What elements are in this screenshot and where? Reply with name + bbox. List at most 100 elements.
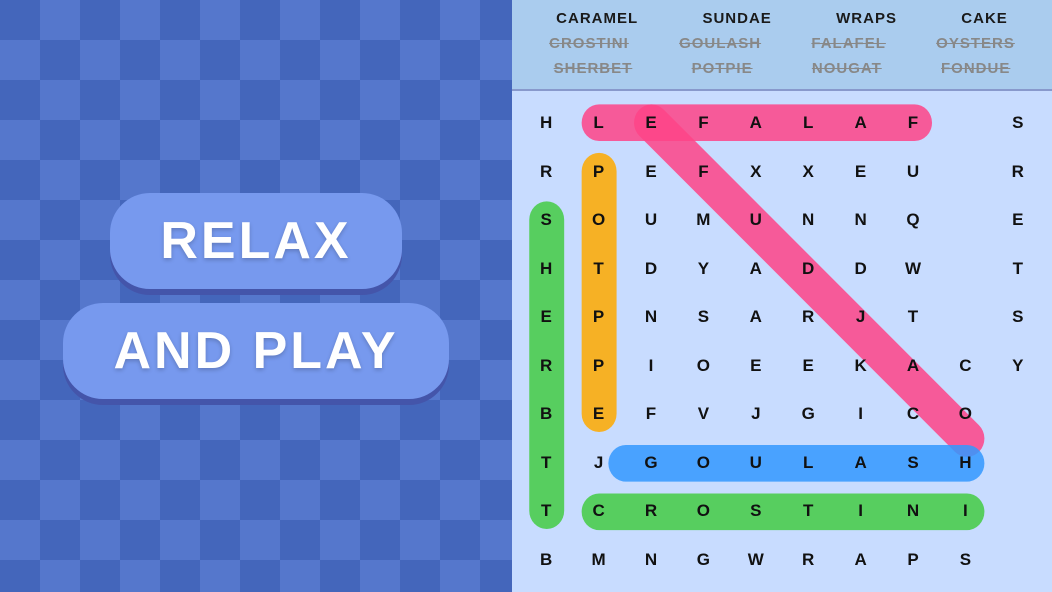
grid-cell-62: F bbox=[625, 390, 677, 439]
grid-cell-69 bbox=[992, 390, 1044, 439]
grid-cell-39: T bbox=[992, 245, 1044, 294]
grid-cell-52: I bbox=[625, 342, 677, 391]
grid-cell-12: E bbox=[625, 148, 677, 197]
grid-cell-20: S bbox=[520, 196, 572, 245]
grid-cell-75: L bbox=[782, 439, 834, 488]
relax-button: RELAX bbox=[110, 193, 401, 289]
left-panel: RELAX AND PLAY bbox=[0, 0, 512, 592]
grid-cell-89 bbox=[992, 487, 1044, 536]
word-row-1: CARAMEL SUNDAE WRAPS CAKE bbox=[524, 6, 1040, 31]
grid-cell-97: P bbox=[887, 536, 939, 585]
grid-cell-45: R bbox=[782, 293, 834, 342]
word-sundae: SUNDAE bbox=[696, 8, 777, 29]
grid-cell-49: S bbox=[992, 293, 1044, 342]
grid-cell-78: H bbox=[939, 439, 991, 488]
grid-cell-37: W bbox=[887, 245, 939, 294]
grid-cell-22: U bbox=[625, 196, 677, 245]
grid-cell-56: K bbox=[834, 342, 886, 391]
grid-cell-5: L bbox=[782, 99, 834, 148]
word-falafel: FALAFEL bbox=[805, 33, 892, 54]
word-row-2: CROSTINI GOULASH FALAFEL OYSTERS bbox=[524, 31, 1040, 56]
grid-cell-25: N bbox=[782, 196, 834, 245]
grid-cell-43: S bbox=[677, 293, 729, 342]
word-cake: CAKE bbox=[955, 8, 1014, 29]
grid-cell-67: C bbox=[887, 390, 939, 439]
grid-cell-53: O bbox=[677, 342, 729, 391]
grid-cell-1: L bbox=[572, 99, 624, 148]
grid-cell-72: G bbox=[625, 439, 677, 488]
grid-cell-11: P bbox=[572, 148, 624, 197]
grid-cell-94: W bbox=[730, 536, 782, 585]
grid-cell-38 bbox=[939, 245, 991, 294]
grid-cell-19: R bbox=[992, 148, 1044, 197]
grid-cell-29: E bbox=[992, 196, 1044, 245]
grid-area: HLEFALAFSRPEFXXEURSOUMUNNQEHTDYADDWTEPNS… bbox=[512, 91, 1052, 592]
grid-cell-33: Y bbox=[677, 245, 729, 294]
grid-cell-34: A bbox=[730, 245, 782, 294]
grid-cell-40: E bbox=[520, 293, 572, 342]
word-caramel: CARAMEL bbox=[550, 8, 644, 29]
word-goulash: GOULASH bbox=[673, 33, 767, 54]
grid-cell-51: P bbox=[572, 342, 624, 391]
grid-cell-16: E bbox=[834, 148, 886, 197]
grid-cell-57: A bbox=[887, 342, 939, 391]
grid-cell-27: Q bbox=[887, 196, 939, 245]
grid-cell-14: X bbox=[730, 148, 782, 197]
grid-cell-31: T bbox=[572, 245, 624, 294]
grid-cell-81: C bbox=[572, 487, 624, 536]
grid-cell-82: R bbox=[625, 487, 677, 536]
grid-cell-96: A bbox=[834, 536, 886, 585]
grid-cell-79 bbox=[992, 439, 1044, 488]
grid-cell-35: D bbox=[782, 245, 834, 294]
grid-cell-76: A bbox=[834, 439, 886, 488]
grid-cell-9: S bbox=[992, 99, 1044, 148]
grid-cell-2: E bbox=[625, 99, 677, 148]
grid-cell-95: R bbox=[782, 536, 834, 585]
grid-cell-3: F bbox=[677, 99, 729, 148]
grid-cell-90: B bbox=[520, 536, 572, 585]
grid-cell-93: G bbox=[677, 536, 729, 585]
grid-cell-74: U bbox=[730, 439, 782, 488]
grid-cell-86: I bbox=[834, 487, 886, 536]
grid-cell-65: G bbox=[782, 390, 834, 439]
grid-cell-60: B bbox=[520, 390, 572, 439]
grid-cell-8 bbox=[939, 99, 991, 148]
grid-cell-66: I bbox=[834, 390, 886, 439]
grid-cell-48 bbox=[939, 293, 991, 342]
grid-cell-73: O bbox=[677, 439, 729, 488]
grid-cell-63: V bbox=[677, 390, 729, 439]
grid-cell-15: X bbox=[782, 148, 834, 197]
grid-cell-80: T bbox=[520, 487, 572, 536]
grid-cell-42: N bbox=[625, 293, 677, 342]
grid-cell-6: A bbox=[834, 99, 886, 148]
grid-cell-59: Y bbox=[992, 342, 1044, 391]
relax-label: RELAX bbox=[160, 212, 351, 270]
grid-cell-7: F bbox=[887, 99, 939, 148]
grid-cell-83: O bbox=[677, 487, 729, 536]
grid-cell-41: P bbox=[572, 293, 624, 342]
grid-cell-55: E bbox=[782, 342, 834, 391]
grid-cell-0: H bbox=[520, 99, 572, 148]
grid-cell-18 bbox=[939, 148, 991, 197]
grid-cell-30: H bbox=[520, 245, 572, 294]
grid-cell-4: A bbox=[730, 99, 782, 148]
and-play-label: AND PLAY bbox=[113, 322, 398, 380]
right-panel: CARAMEL SUNDAE WRAPS CAKE CROSTINI GOULA… bbox=[512, 0, 1052, 592]
grid-cell-28 bbox=[939, 196, 991, 245]
grid-container: HLEFALAFSRPEFXXEURSOUMUNNQEHTDYADDWTEPNS… bbox=[520, 99, 1044, 584]
word-row-3: SHERBET POTPIE NOUGAT FONDUE bbox=[524, 56, 1040, 81]
grid-cell-47: T bbox=[887, 293, 939, 342]
grid-cell-98: S bbox=[939, 536, 991, 585]
grid-cell-64: J bbox=[730, 390, 782, 439]
grid-cell-24: U bbox=[730, 196, 782, 245]
grid-cell-61: E bbox=[572, 390, 624, 439]
word-crostini: CROSTINI bbox=[543, 33, 635, 54]
word-nougat: NOUGAT bbox=[806, 58, 888, 79]
grid-cell-87: N bbox=[887, 487, 939, 536]
grid-cell-88: I bbox=[939, 487, 991, 536]
grid-cell-32: D bbox=[625, 245, 677, 294]
grid-cell-36: D bbox=[834, 245, 886, 294]
grid-cell-46: J bbox=[834, 293, 886, 342]
and-play-button: AND PLAY bbox=[63, 303, 448, 399]
grid-cell-71: J bbox=[572, 439, 624, 488]
